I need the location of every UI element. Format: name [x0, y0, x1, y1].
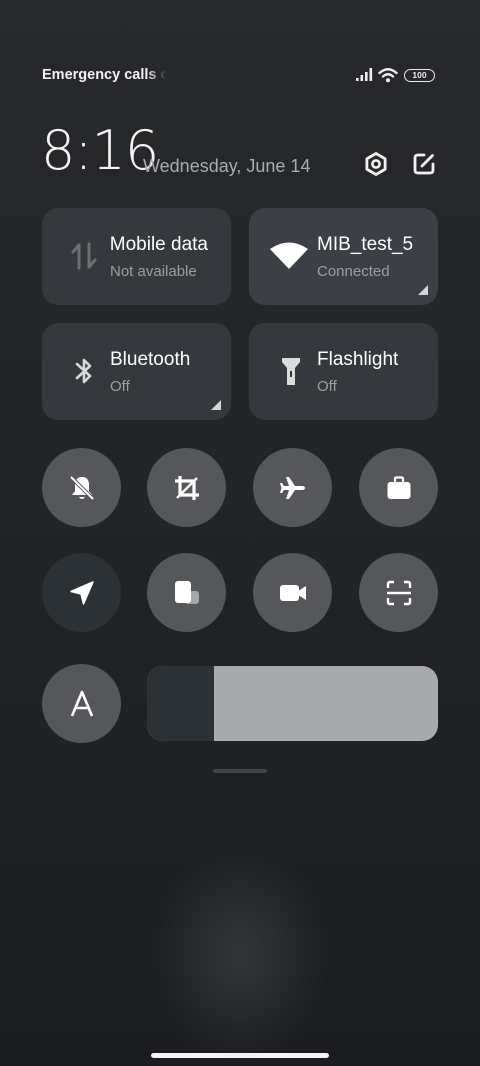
tile-flashlight[interactable]: Flashlight Off: [249, 323, 438, 420]
mobile-data-icon: [68, 238, 100, 274]
tile-title: Bluetooth: [110, 349, 191, 370]
video-camera-icon: [279, 584, 306, 601]
toggle-location[interactable]: [42, 553, 121, 632]
tile-title: Mobile data: [110, 234, 208, 255]
expand-corner-icon[interactable]: [418, 285, 428, 295]
clock: 8:16: [41, 119, 159, 182]
brightness-slider[interactable]: [147, 666, 438, 741]
panel-drag-handle[interactable]: [213, 769, 267, 773]
brightness-level-fill: [147, 666, 214, 741]
battery-indicator: 100: [404, 69, 435, 82]
flashlight-icon: [275, 353, 307, 389]
wifi-icon: [269, 238, 309, 274]
tile-title: MIB_test_5: [317, 234, 414, 255]
signal-icon: [356, 68, 373, 81]
home-indicator[interactable]: [151, 1053, 329, 1058]
tile-title: Flashlight: [317, 349, 399, 370]
toggle-mute[interactable]: [42, 448, 121, 527]
toggle-floating-window[interactable]: [147, 553, 226, 632]
tile-subtitle: Not available: [110, 263, 197, 280]
status-bar: Emergency calls o 100: [0, 0, 480, 100]
settings-hex-icon: [365, 152, 387, 176]
toggle-airplane-mode[interactable]: [253, 448, 332, 527]
toggle-screenshot[interactable]: [147, 448, 226, 527]
auto-brightness-icon: [70, 690, 93, 716]
briefcase-icon: [387, 475, 410, 499]
tile-subtitle: Connected: [317, 263, 390, 280]
edit-button[interactable]: [410, 150, 438, 178]
toggle-screen-recorder[interactable]: [253, 553, 332, 632]
date: Wednesday, June 14: [143, 156, 311, 176]
tile-subtitle: Off: [110, 378, 130, 395]
carrier-text: Emergency calls o: [42, 67, 166, 83]
toggle-auto-brightness[interactable]: [42, 664, 121, 743]
floating-window-icon: [174, 580, 199, 604]
crop-icon: [174, 475, 199, 500]
edit-icon: [413, 153, 435, 175]
location-arrow-icon: [69, 580, 94, 605]
airplane-icon: [279, 476, 305, 499]
toggle-work[interactable]: [359, 448, 438, 527]
bluetooth-icon: [68, 353, 100, 389]
tile-bluetooth[interactable]: Bluetooth Off: [42, 323, 231, 420]
wifi-status-icon: [378, 68, 398, 83]
bell-off-icon: [69, 475, 94, 500]
expand-corner-icon[interactable]: [211, 400, 221, 410]
settings-button[interactable]: [362, 150, 390, 178]
tile-subtitle: Off: [317, 378, 337, 395]
tile-wifi[interactable]: MIB_test_5 Connected: [249, 208, 438, 305]
scan-icon: [386, 580, 411, 605]
toggle-scanner[interactable]: [359, 553, 438, 632]
tile-mobile-data[interactable]: Mobile data Not available: [42, 208, 231, 305]
